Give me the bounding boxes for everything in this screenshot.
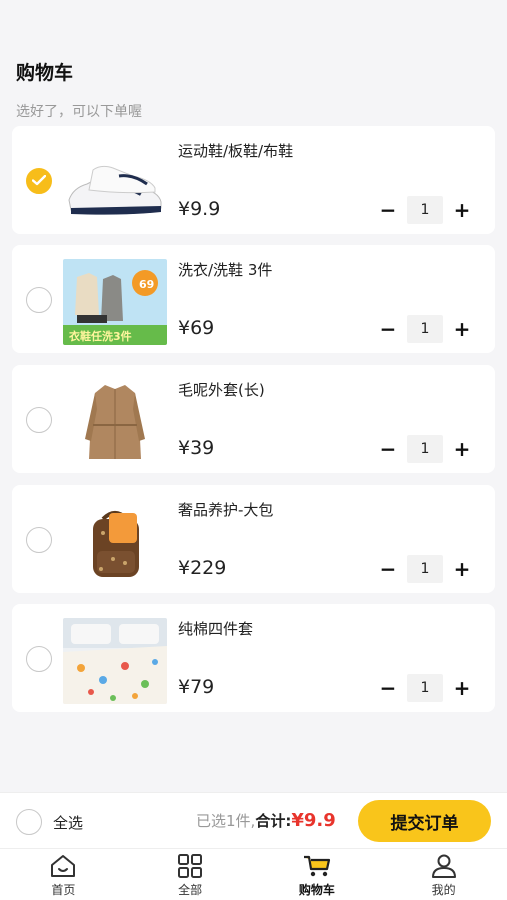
price-badge: 69 xyxy=(139,278,154,291)
page-header: 购物车 xyxy=(16,58,73,85)
home-icon xyxy=(51,855,76,877)
page-title: 购物车 xyxy=(16,62,74,84)
user-icon xyxy=(431,854,456,878)
quantity-stepper: − 1 + xyxy=(377,435,473,463)
tab-label: 购物车 xyxy=(298,883,335,897)
quantity-value[interactable]: 1 xyxy=(407,196,443,224)
decrease-button[interactable]: − xyxy=(377,555,399,583)
quantity-stepper: − 1 + xyxy=(377,555,473,583)
quantity-stepper: − 1 + xyxy=(377,674,473,702)
grid-icon xyxy=(178,854,203,878)
coat-thumbnail xyxy=(63,379,167,465)
cart-item: 奢品养护-大包 ¥229 − 1 + xyxy=(12,485,495,593)
increase-button[interactable]: + xyxy=(451,435,473,463)
item-checkbox[interactable] xyxy=(26,168,52,194)
cart-item: 69 衣鞋任洗3件 洗衣/洗鞋 3件 ¥69 − 1 + xyxy=(12,245,495,353)
item-checkbox[interactable] xyxy=(26,287,52,313)
item-name: 奢品养护-大包 xyxy=(178,501,274,519)
item-price: ¥69 xyxy=(178,317,215,339)
total-label: 合计: xyxy=(255,812,292,830)
select-all-checkbox[interactable] xyxy=(16,809,42,835)
cart-item: 运动鞋/板鞋/布鞋 ¥9.9 − 1 + xyxy=(12,126,495,234)
tab-label: 全部 xyxy=(178,883,203,897)
bedding-thumbnail xyxy=(63,618,167,704)
item-name: 毛呢外套(长) xyxy=(178,381,265,399)
quantity-stepper: − 1 + xyxy=(377,315,473,343)
item-name: 洗衣/洗鞋 3件 xyxy=(178,261,273,279)
increase-button[interactable]: + xyxy=(451,555,473,583)
item-checkbox[interactable] xyxy=(26,527,52,553)
selected-count: 已选1件, xyxy=(196,812,256,830)
promo-banner-text: 衣鞋任洗3件 xyxy=(69,329,132,343)
decrease-button[interactable]: − xyxy=(377,315,399,343)
cart-icon xyxy=(303,855,330,877)
tab-cart[interactable]: 购物车 xyxy=(254,849,381,900)
decrease-button[interactable]: − xyxy=(377,435,399,463)
checkout-bar: 全选 已选1件,合计:¥9.9 提交订单 xyxy=(0,792,507,848)
laundry-promo-thumbnail: 69 衣鞋任洗3件 xyxy=(63,259,167,345)
quantity-stepper: − 1 + xyxy=(377,196,473,224)
cart-item: 毛呢外套(长) ¥39 − 1 + xyxy=(12,365,495,473)
decrease-button[interactable]: − xyxy=(377,674,399,702)
cart-item: 纯棉四件套 ¥79 − 1 + xyxy=(12,604,495,712)
submit-order-button[interactable]: 提交订单 xyxy=(358,800,491,842)
tab-bar: 首页 全部 购物车 我的 xyxy=(0,848,507,900)
item-name: 纯棉四件套 xyxy=(178,620,254,638)
item-checkbox[interactable] xyxy=(26,407,52,433)
select-all-label[interactable]: 全选 xyxy=(53,812,83,833)
item-price: ¥79 xyxy=(178,676,215,698)
page-subtitle: 选好了，可以下单喔 xyxy=(16,104,142,120)
increase-button[interactable]: + xyxy=(451,674,473,702)
item-name: 运动鞋/板鞋/布鞋 xyxy=(178,142,294,160)
backpack-thumbnail xyxy=(63,499,167,585)
tab-label: 我的 xyxy=(431,883,456,897)
item-price: ¥39 xyxy=(178,437,215,459)
tab-label: 首页 xyxy=(51,883,76,897)
tab-all[interactable]: 全部 xyxy=(127,849,254,900)
increase-button[interactable]: + xyxy=(451,196,473,224)
tab-home[interactable]: 首页 xyxy=(0,849,127,900)
quantity-value[interactable]: 1 xyxy=(407,674,443,702)
quantity-value[interactable]: 1 xyxy=(407,555,443,583)
item-checkbox[interactable] xyxy=(26,646,52,672)
total-amount: ¥9.9 xyxy=(291,810,336,831)
sneaker-thumbnail xyxy=(63,140,167,226)
quantity-value[interactable]: 1 xyxy=(407,315,443,343)
check-icon xyxy=(32,175,46,186)
item-price: ¥9.9 xyxy=(178,198,221,220)
decrease-button[interactable]: − xyxy=(377,196,399,224)
tab-profile[interactable]: 我的 xyxy=(380,849,507,900)
quantity-value[interactable]: 1 xyxy=(407,435,443,463)
increase-button[interactable]: + xyxy=(451,315,473,343)
order-summary: 已选1件,合计:¥9.9 xyxy=(196,810,336,831)
item-price: ¥229 xyxy=(178,557,227,579)
